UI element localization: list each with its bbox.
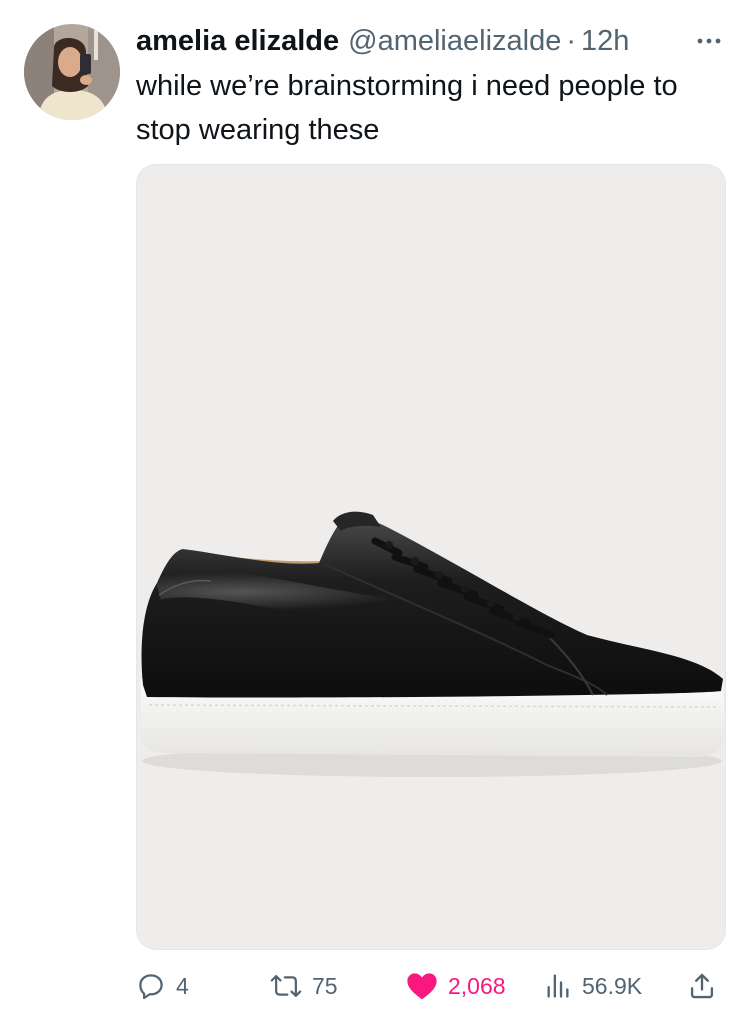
- reply-button[interactable]: 4: [136, 964, 189, 1008]
- retweet-button[interactable]: 75: [270, 964, 338, 1008]
- tweet-text: while we’re brainstorming i need people …: [136, 70, 678, 146]
- views-bar-chart-icon: [547, 974, 569, 998]
- separator-dot: ·: [566, 24, 577, 57]
- timestamp[interactable]: 12h: [581, 25, 629, 58]
- tweet-actions-bar: 4 75 2,068 56.9K: [136, 964, 726, 1008]
- heart-filled-icon: [407, 973, 437, 1000]
- retweet-count: 75: [312, 972, 338, 999]
- tweet: amelia elizalde @ameliaelizalde · 12h wh…: [0, 0, 750, 1012]
- avatar-image: [24, 24, 120, 120]
- avatar[interactable]: [24, 24, 120, 120]
- tweet-media-image[interactable]: [136, 164, 726, 950]
- reply-count: 4: [176, 972, 189, 999]
- views-count: 56.9K: [582, 972, 643, 999]
- like-count: 2,068: [448, 972, 506, 999]
- share-button[interactable]: [688, 964, 726, 1008]
- tweet-header: amelia elizalde @ameliaelizalde · 12h: [136, 24, 722, 58]
- user-handle[interactable]: @ameliaelizalde: [348, 25, 561, 58]
- views-button[interactable]: 56.9K: [544, 964, 642, 1008]
- retweet-icon: [270, 975, 302, 997]
- display-name[interactable]: amelia elizalde: [136, 25, 339, 58]
- reply-icon: [139, 974, 163, 1000]
- more-dots-icon[interactable]: [696, 34, 722, 48]
- like-button[interactable]: 2,068: [406, 964, 506, 1008]
- share-upload-icon: [690, 973, 714, 999]
- sneaker-photo: [140, 511, 725, 777]
